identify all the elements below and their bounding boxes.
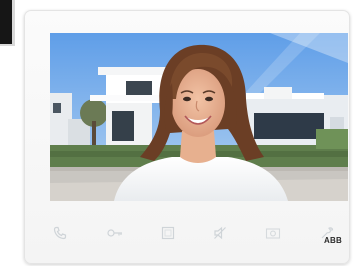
square-icon	[161, 226, 175, 240]
camera-icon	[265, 228, 281, 239]
mute-button[interactable]	[206, 213, 234, 253]
phone-icon	[53, 226, 67, 240]
speaker-mute-icon	[214, 226, 226, 240]
camera-feed-image	[50, 33, 348, 201]
door-open-button[interactable]	[101, 213, 129, 253]
edge-fragment	[0, 0, 15, 46]
key-icon	[107, 229, 122, 237]
menu-button[interactable]	[154, 213, 182, 253]
video-screen	[50, 33, 348, 201]
camera-button[interactable]	[259, 213, 287, 253]
softkey-bar	[30, 213, 348, 253]
call-button[interactable]	[46, 213, 74, 253]
brand-logo: ABB	[324, 236, 342, 245]
